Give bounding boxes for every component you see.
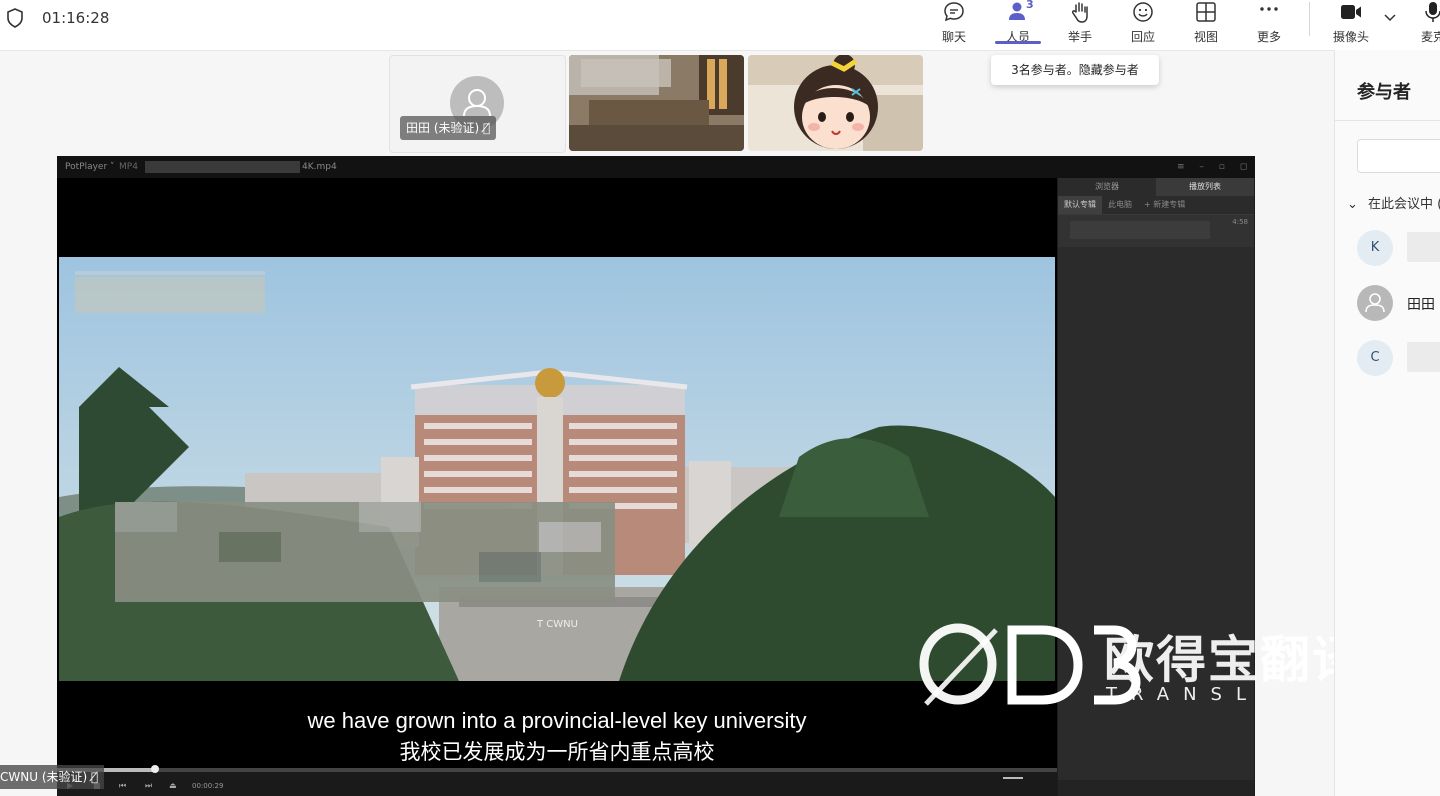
room-video-feed (569, 55, 744, 151)
participant-row-c[interactable]: C (1357, 340, 1440, 376)
participant-tile-tiantian[interactable]: 田田 (未验证) 🎙̸ (389, 55, 566, 153)
campus-video-image: T CWNU (59, 257, 1055, 681)
meeting-toolbar: 01:16:28 聊天 3 人员 举手 回应 视图 更多 摄像头 麦克 (0, 0, 1440, 51)
shield-icon (7, 8, 23, 28)
campus-sign-text: T CWNU (536, 619, 578, 630)
avatar (1357, 285, 1393, 321)
chevron-down-icon: ⌄ (1347, 197, 1358, 212)
watermark-chinese-text: 欧得宝翻译 (1104, 631, 1364, 689)
chevron-down-icon[interactable] (1383, 11, 1397, 25)
playback-time: 00:00:29 (192, 782, 224, 790)
playlist-item[interactable]: 4:58 (1058, 215, 1254, 247)
view-button[interactable]: 视图 (1180, 0, 1232, 46)
player-filename: 4K.mp4 (302, 162, 337, 172)
toolbar-divider (1309, 2, 1310, 36)
mic-off-icon: 🎙̸ (91, 770, 99, 784)
presenter-name-tag: CWNU (未验证) 🎙̸ (0, 765, 105, 789)
grid-view-icon (1196, 2, 1216, 22)
people-label: 人员 (1005, 30, 1030, 44)
next-icon[interactable]: ⏭ (145, 781, 152, 791)
panel-title: 参与者 (1357, 82, 1411, 103)
player-titlebar: PotPlayer ˅ MP4 4K.mp4 ≡ – ▫ ◻ ✕ (57, 156, 1255, 194)
tile-name-tag: 田田 (未验证) 🎙̸ (400, 116, 497, 140)
volume-slider[interactable] (1003, 777, 1023, 779)
blurred-filename (145, 161, 300, 173)
participant-name: 田田 (1407, 297, 1435, 313)
emoji-icon (1133, 2, 1153, 22)
tab-browser[interactable]: 浏览器 (1058, 178, 1156, 196)
tab-playlist[interactable]: 播放列表 (1156, 178, 1254, 196)
view-label: 视图 (1193, 30, 1218, 44)
chat-button[interactable]: 聊天 (928, 0, 980, 46)
camera-button[interactable]: 摄像头 (1325, 0, 1377, 46)
avatar: C (1357, 340, 1393, 376)
mic-icon (1425, 2, 1440, 22)
participant-row-k[interactable]: K (1357, 230, 1440, 266)
divider (1335, 120, 1440, 121)
subtab-this-pc[interactable]: 此电脑 (1102, 196, 1138, 214)
raise-hand-label: 举手 (1067, 30, 1092, 44)
more-button[interactable]: 更多 (1243, 0, 1295, 46)
mic-label: 麦克 (1420, 30, 1440, 44)
chat-label: 聊天 (941, 30, 966, 44)
more-icon (1260, 7, 1278, 11)
react-button[interactable]: 回应 (1117, 0, 1169, 46)
participant-avatar-tile[interactable] (748, 55, 923, 151)
raise-hand-button[interactable]: 举手 (1054, 0, 1106, 46)
watermark-english-text: TRANSL (1106, 684, 1261, 705)
more-label: 更多 (1256, 30, 1281, 44)
meeting-timer: 01:16:28 (42, 9, 110, 27)
seek-knob[interactable] (151, 765, 159, 773)
mic-off-icon: 🎙̸ (483, 121, 491, 135)
people-button[interactable]: 3 人员 (992, 0, 1044, 46)
cartoon-avatar-image (748, 55, 923, 151)
participant-search-input[interactable] (1357, 139, 1440, 173)
player-format: MP4 (119, 162, 138, 172)
section-label: 在此会议中 ( (1368, 197, 1440, 212)
presenter-name-label: CWNU (未验证) (0, 770, 88, 784)
participants-panel: 参与者 ⌄ 在此会议中 ( K 田田 C (1334, 50, 1440, 796)
react-label: 回应 (1130, 30, 1155, 44)
blurred-participant-name (1407, 342, 1440, 372)
playlist-item-duration: 4:58 (1232, 218, 1248, 226)
people-count-badge: 3 (1026, 0, 1034, 11)
player-app-name[interactable]: PotPlayer ˅ (65, 156, 115, 178)
subtitle-chinese: 我校已发展成为一所省内重点高校 (399, 740, 715, 764)
tile-name-label: 田田 (未验证) (406, 121, 480, 135)
playlist-subtabs: 默认专辑 此电脑 + 新建专辑 (1058, 196, 1254, 215)
video-frame[interactable]: T CWNU we have grown into a provincial-l… (57, 178, 1057, 768)
eject-icon[interactable]: ⏏ (169, 781, 177, 790)
blurred-participant-name (1407, 232, 1440, 262)
prev-icon[interactable]: ⏮ (119, 781, 126, 791)
subtab-default-album[interactable]: 默认专辑 (1058, 196, 1102, 214)
player-controls: ▶ ■ ⏮ ⏭ ⏏ 00:00:29 (57, 765, 1057, 796)
camera-icon (1341, 5, 1361, 19)
person-icon (1365, 293, 1385, 313)
seek-bar[interactable] (57, 765, 1057, 773)
avatar: K (1357, 230, 1393, 266)
participant-video-tile[interactable] (569, 55, 744, 151)
blurred-item-title (1070, 221, 1210, 239)
section-in-meeting[interactable]: ⌄ 在此会议中 ( (1347, 193, 1440, 212)
chat-icon (944, 2, 964, 22)
subtab-new-album[interactable]: + 新建专辑 (1138, 196, 1191, 214)
participants-tooltip: 3名参与者。隐藏参与者 (991, 55, 1159, 85)
subtitle-english: we have grown into a provincial-level ke… (307, 708, 807, 733)
campus-scene: T CWNU (59, 257, 1055, 681)
participant-row-tiantian[interactable]: 田田 (1357, 285, 1440, 321)
mic-button[interactable]: 麦克 (1407, 0, 1440, 46)
playlist-tabs: 浏览器 播放列表 (1058, 178, 1254, 196)
raise-hand-icon (1072, 2, 1088, 23)
playlist-footer (1058, 780, 1254, 796)
camera-label: 摄像头 (1332, 30, 1369, 44)
